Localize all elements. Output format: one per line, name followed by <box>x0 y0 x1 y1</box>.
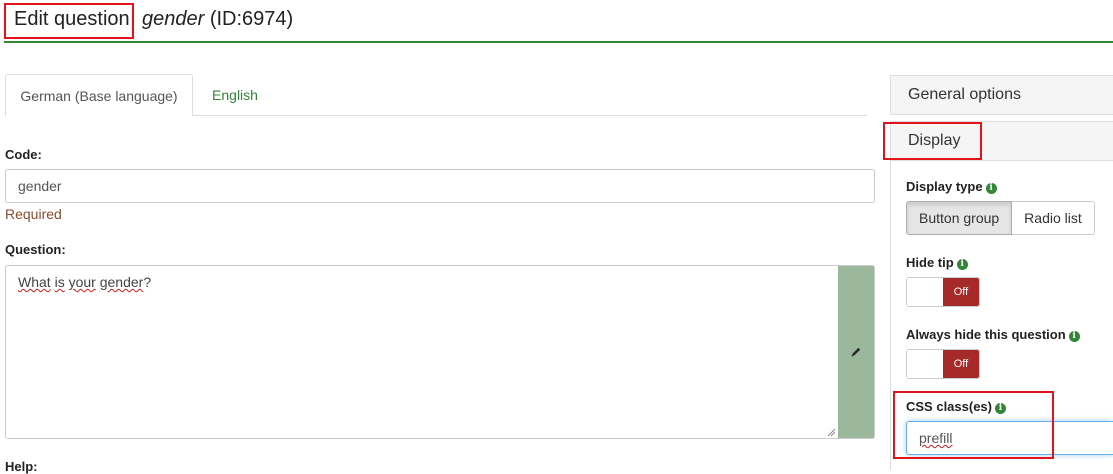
hide-tip-label: Hide tip i <box>906 255 968 270</box>
question-word: is <box>54 274 65 290</box>
info-icon[interactable]: i <box>985 183 997 194</box>
display-type-button-group: Button group Radio list <box>906 201 1095 235</box>
tab-german[interactable]: German (Base language) <box>5 74 193 116</box>
display-type-label: Display type i <box>906 179 997 194</box>
highlight-box-css <box>893 391 1054 459</box>
question-word: gender <box>99 274 144 290</box>
always-hide-toggle[interactable]: Off <box>906 349 980 379</box>
question-identifier: gender (ID:6974) <box>142 8 293 31</box>
toggle-off-label: Off <box>943 350 979 378</box>
highlight-box-title <box>4 3 134 39</box>
hide-tip-toggle[interactable]: Off <box>906 277 980 307</box>
question-text: What is your gender? <box>18 274 151 290</box>
hide-tip-label-text: Hide tip <box>906 255 954 270</box>
display-type-label-text: Display type <box>906 179 983 194</box>
tab-english[interactable]: English <box>198 74 272 116</box>
question-textarea[interactable] <box>5 265 875 439</box>
highlight-box-display <box>883 122 982 160</box>
question-word: What <box>18 274 51 290</box>
code-label: Code: <box>5 147 42 162</box>
question-id: (ID:6974) <box>209 8 294 30</box>
always-hide-label-text: Always hide this question <box>906 327 1066 342</box>
toggle-knob <box>907 350 943 378</box>
header-divider <box>4 41 1113 43</box>
button-group-option[interactable]: Button group <box>906 201 1013 235</box>
panel-border <box>890 160 891 470</box>
resize-grip-icon[interactable] <box>826 427 836 437</box>
question-label: Question: <box>5 242 66 257</box>
code-input-value: gender <box>18 178 62 194</box>
toggle-off-label: Off <box>943 278 979 306</box>
question-word: your <box>68 274 96 290</box>
info-icon[interactable]: i <box>956 259 968 270</box>
code-required-hint: Required <box>5 206 62 222</box>
info-icon[interactable]: i <box>1068 331 1080 342</box>
general-options-header[interactable]: General options <box>890 75 1113 115</box>
question-code: gender <box>142 8 205 30</box>
code-input[interactable]: gender <box>5 169 875 203</box>
always-hide-label: Always hide this question i <box>906 327 1080 342</box>
radio-list-option[interactable]: Radio list <box>1012 201 1095 235</box>
edit-question-button[interactable] <box>838 266 874 438</box>
tabs-divider <box>193 115 867 116</box>
question-punctuation: ? <box>143 274 152 290</box>
help-label: Help: <box>5 459 38 474</box>
pencil-icon <box>851 347 861 357</box>
toggle-knob <box>907 278 943 306</box>
